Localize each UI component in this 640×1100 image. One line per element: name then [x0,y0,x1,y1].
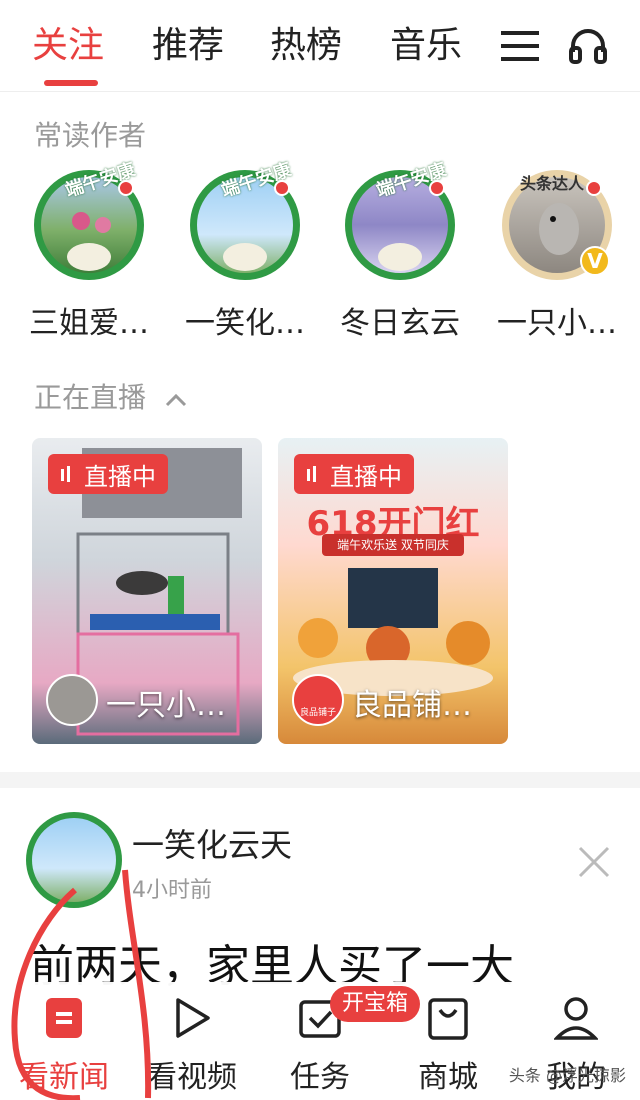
active-tab-indicator [44,80,98,86]
tab-music[interactable]: 音乐 [390,22,462,70]
top-tab-bar: 关注 推荐 热榜 音乐 [0,0,640,92]
headphones-icon[interactable] [566,24,610,68]
post-author-avatar[interactable] [26,812,122,908]
chevron-up-icon [165,393,186,407]
live-bars-icon [61,466,70,482]
nav-news[interactable]: 看新闻 [0,994,128,1096]
tab-recommend[interactable]: 推荐 [152,22,224,70]
avatar: 端午安康 [345,159,455,280]
live-host-name: 一只小… [106,688,226,723]
author-name: 一笑化… [185,306,305,341]
author-name: 三姐爱… [29,306,149,341]
talent-badge: 头条达人 [520,174,585,193]
live-section-title[interactable]: 正在直播 [34,376,187,416]
nav-label: 任务 [290,1060,350,1095]
brand-logo: 良品铺子 [292,674,344,726]
avatar: 头条达人 V [502,170,612,280]
frequent-authors-title: 常读作者 [34,119,147,152]
live-status-label: 直播中 [84,462,156,491]
update-dot [118,180,134,196]
live-card[interactable]: 618开门红 端午欢乐送 双节同庆 直播中 良品铺子 良品铺… [278,438,508,744]
person-icon [552,994,600,1042]
close-icon[interactable] [574,842,614,882]
live-host-avatar [46,674,98,726]
update-dot [586,180,602,196]
author-item[interactable]: 端午安康 冬日玄云 [325,159,475,342]
hamburger-icon[interactable] [498,24,542,68]
live-section-label: 正在直播 [34,381,147,414]
play-icon [168,994,216,1042]
author-name: 冬日玄云 [340,306,460,341]
watermark: 头条 @浮光掠影 [508,1066,626,1085]
tab-hot-list[interactable]: 热榜 [270,22,342,70]
live-status-badge: 直播中 [48,454,168,494]
update-dot [429,180,445,196]
nav-label: 看新闻 [19,1060,109,1095]
verified-badge: V [580,246,610,276]
nav-label: 商城 [418,1060,478,1095]
nav-video[interactable]: 看视频 [128,994,256,1096]
author-item[interactable]: 头条达人 V 一只小… [482,170,632,342]
live-card[interactable]: 直播中 一只小… [32,438,262,744]
tab-follow[interactable]: 关注 [32,22,104,70]
live-host-name: 良品铺… [352,688,472,723]
post-author-name[interactable]: 一笑化云天 [132,820,292,866]
live-status-badge: 直播中 [294,454,414,494]
author-item[interactable]: 端午安康 三姐爱… [14,159,164,342]
post-timestamp: 4小时前 [132,878,212,903]
author-item[interactable]: 端午安康 一笑化… [170,159,320,342]
treasure-box-badge[interactable]: 开宝箱 [330,986,421,1022]
author-name: 一只小… [497,306,617,341]
avatar: 端午安康 [190,159,300,280]
live-status-label: 直播中 [330,462,402,491]
news-icon [40,994,88,1042]
live-bars-icon [307,466,316,482]
update-dot [274,180,290,196]
shopping-bag-icon [424,994,472,1042]
section-divider [0,772,640,788]
avatar: 端午安康 [34,159,144,280]
nav-label: 看视频 [147,1060,237,1095]
